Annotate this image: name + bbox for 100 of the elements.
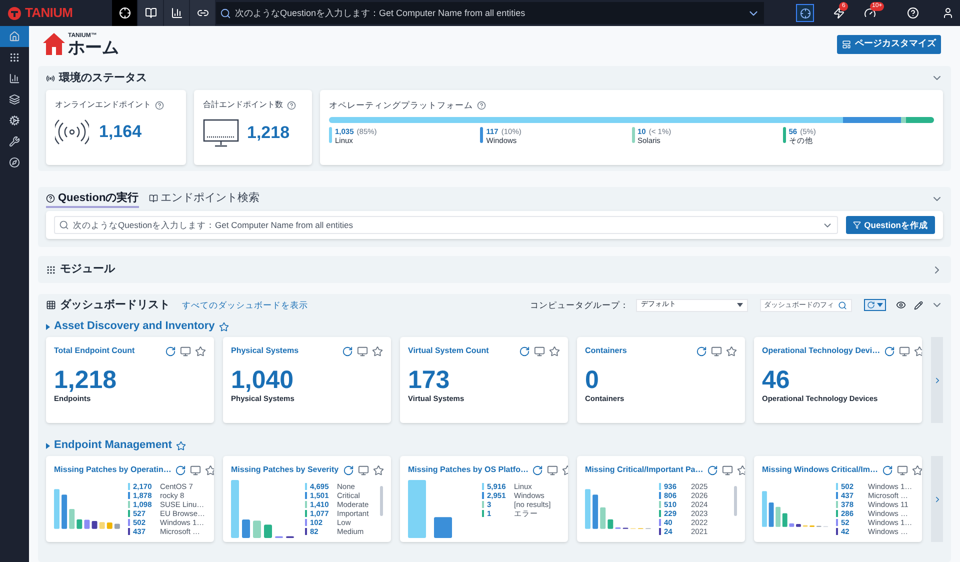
- compass-icon: [9, 157, 20, 168]
- bar-chart-icon: [170, 7, 182, 19]
- user-icon[interactable]: [942, 7, 954, 19]
- tab[interactable]: エンドポイント検索: [148, 190, 260, 208]
- group-label: コンピュータグループ：: [530, 298, 629, 312]
- expand-caret-icon[interactable]: [46, 324, 50, 330]
- scrollbar[interactable]: [734, 486, 737, 516]
- star-icon[interactable]: [176, 440, 186, 450]
- card-title[interactable]: Physical Systems: [231, 345, 338, 357]
- star-icon[interactable]: [372, 464, 384, 476]
- edit-icon[interactable]: [914, 300, 923, 310]
- search-icon: [59, 220, 69, 230]
- star-icon[interactable]: [726, 346, 737, 356]
- monitor-icon[interactable]: [190, 464, 202, 476]
- question-input[interactable]: 次のようなQuestionを入力します：Get Computer Name from all entities: [73, 217, 818, 233]
- scrollbar[interactable]: [380, 486, 383, 516]
- refresh-icon[interactable]: [696, 346, 707, 356]
- section-title: モジュール: [60, 262, 115, 278]
- help-icon[interactable]: [907, 7, 919, 19]
- star-icon[interactable]: [914, 346, 922, 356]
- star-icon[interactable]: [218, 322, 229, 332]
- stat-value: 1,218: [247, 122, 290, 144]
- stat-label: オンラインエンドポイント: [55, 99, 151, 111]
- nav-button[interactable]: [190, 0, 216, 26]
- card-value: 1,218: [54, 367, 118, 393]
- refresh-icon[interactable]: [882, 464, 893, 476]
- refresh-icon[interactable]: [884, 346, 896, 356]
- nav-button[interactable]: [138, 0, 164, 26]
- card-title[interactable]: Total Endpoint Count: [54, 345, 161, 357]
- refresh-icon[interactable]: [519, 346, 530, 356]
- monitor-icon[interactable]: [896, 464, 908, 476]
- star-icon[interactable]: [912, 464, 922, 476]
- search-icon: [220, 8, 231, 18]
- refresh-icon[interactable]: [175, 464, 186, 476]
- monitor-icon[interactable]: [547, 464, 558, 476]
- expand-caret-icon[interactable]: [46, 442, 50, 448]
- customize-button[interactable]: ページカスタマイズ: [837, 34, 941, 54]
- card-title[interactable]: Virtual System Count: [408, 345, 515, 357]
- tools-icon: [9, 136, 20, 147]
- book-icon: [148, 194, 158, 202]
- card-value: 1,040: [231, 367, 295, 393]
- monitor-icon[interactable]: [534, 346, 545, 356]
- monitor-icon[interactable]: [358, 464, 369, 476]
- card-title[interactable]: Missing Critical/Important Pa…: [585, 464, 704, 476]
- refresh-icon[interactable]: [342, 346, 353, 356]
- eye-icon[interactable]: [896, 300, 906, 310]
- target-button[interactable]: [796, 4, 814, 22]
- monitor-icon[interactable]: [711, 346, 722, 356]
- star-icon[interactable]: [205, 464, 214, 476]
- filter-icon: [853, 221, 862, 229]
- tab[interactable]: Questionの実行: [46, 190, 139, 208]
- monitor-icon[interactable]: [357, 346, 368, 356]
- refresh-icon[interactable]: [342, 464, 354, 476]
- search-icon: [838, 300, 847, 310]
- card-title[interactable]: Missing Patches by OS Platfo…: [408, 464, 528, 476]
- refresh-icon[interactable]: [532, 464, 544, 476]
- create-question-button[interactable]: Questionを作成: [846, 216, 935, 234]
- card-title[interactable]: Missing Patches by Severity: [231, 464, 339, 476]
- caret-icon: [737, 303, 743, 307]
- status-icon: [46, 74, 55, 82]
- question-field[interactable]: 次のようなQuestionを入力します：Get Computer Name from all entities: [54, 216, 838, 234]
- monitor-icon[interactable]: [180, 346, 191, 356]
- refresh-icon[interactable]: [165, 346, 176, 356]
- link-icon: [196, 7, 208, 19]
- stat-label: 合計エンドポイント数: [203, 99, 283, 111]
- star-icon[interactable]: [737, 464, 745, 476]
- card-value: 46: [762, 367, 791, 393]
- crosshair-icon: [800, 8, 810, 18]
- dashboard-title[interactable]: Asset Discovery and Inventory: [54, 318, 215, 335]
- home-icon: [9, 31, 20, 42]
- logo-icon: [8, 6, 21, 20]
- monitor-icon[interactable]: [899, 346, 910, 356]
- card-title[interactable]: Missing Windows Critical/Im…: [762, 464, 878, 476]
- monitor-icon: [203, 119, 239, 147]
- refresh-icon: [867, 301, 875, 309]
- stat-value: 1,164: [99, 121, 142, 144]
- stat-label: オペレーティングプラットフォーム: [329, 99, 473, 112]
- gauge-icon[interactable]: [864, 7, 876, 19]
- question-icon: [46, 194, 55, 202]
- star-icon[interactable]: [195, 346, 206, 356]
- card-title[interactable]: Containers: [585, 345, 692, 357]
- help-icon: [287, 100, 296, 110]
- nav-button[interactable]: [112, 0, 138, 26]
- list-icon: [46, 300, 56, 310]
- section-title: 環境のステータス: [59, 70, 147, 86]
- nav-button[interactable]: [164, 0, 190, 26]
- card-title[interactable]: Operational Technology Devi…: [762, 345, 880, 357]
- bolt-icon[interactable]: [833, 7, 845, 19]
- book-icon: [144, 7, 156, 19]
- bar-chart-icon: [9, 73, 20, 84]
- star-icon[interactable]: [372, 346, 383, 356]
- monitor-icon[interactable]: [722, 464, 734, 476]
- refresh-icon[interactable]: [707, 464, 718, 476]
- section-title: ダッシュボードリスト: [60, 298, 170, 313]
- bar-chart-drawing: [231, 480, 297, 538]
- card-title[interactable]: Missing Patches by Operatin…: [54, 464, 172, 476]
- all-dashboards-link[interactable]: すべてのダッシュボードを表示: [182, 298, 308, 312]
- refresh-button[interactable]: [864, 299, 886, 311]
- star-icon[interactable]: [549, 346, 560, 356]
- dashboard-title[interactable]: Endpoint Management: [54, 437, 172, 454]
